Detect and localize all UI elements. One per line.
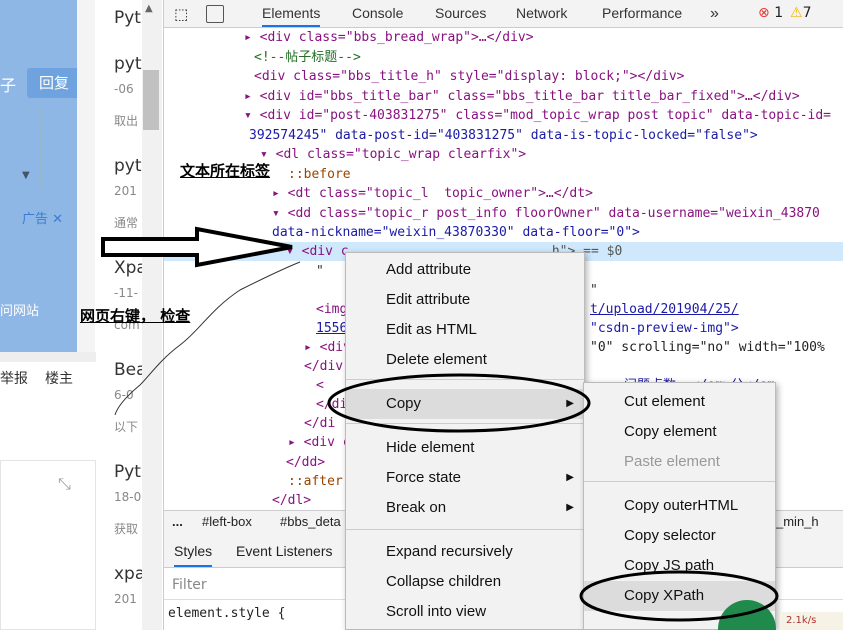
annotation-overlay [101, 226, 779, 622]
arrow-icon [101, 226, 293, 268]
highlight-circle-xpath [579, 570, 779, 622]
highlight-circle-copy [327, 373, 591, 433]
pointer-scribble [114, 261, 301, 416]
